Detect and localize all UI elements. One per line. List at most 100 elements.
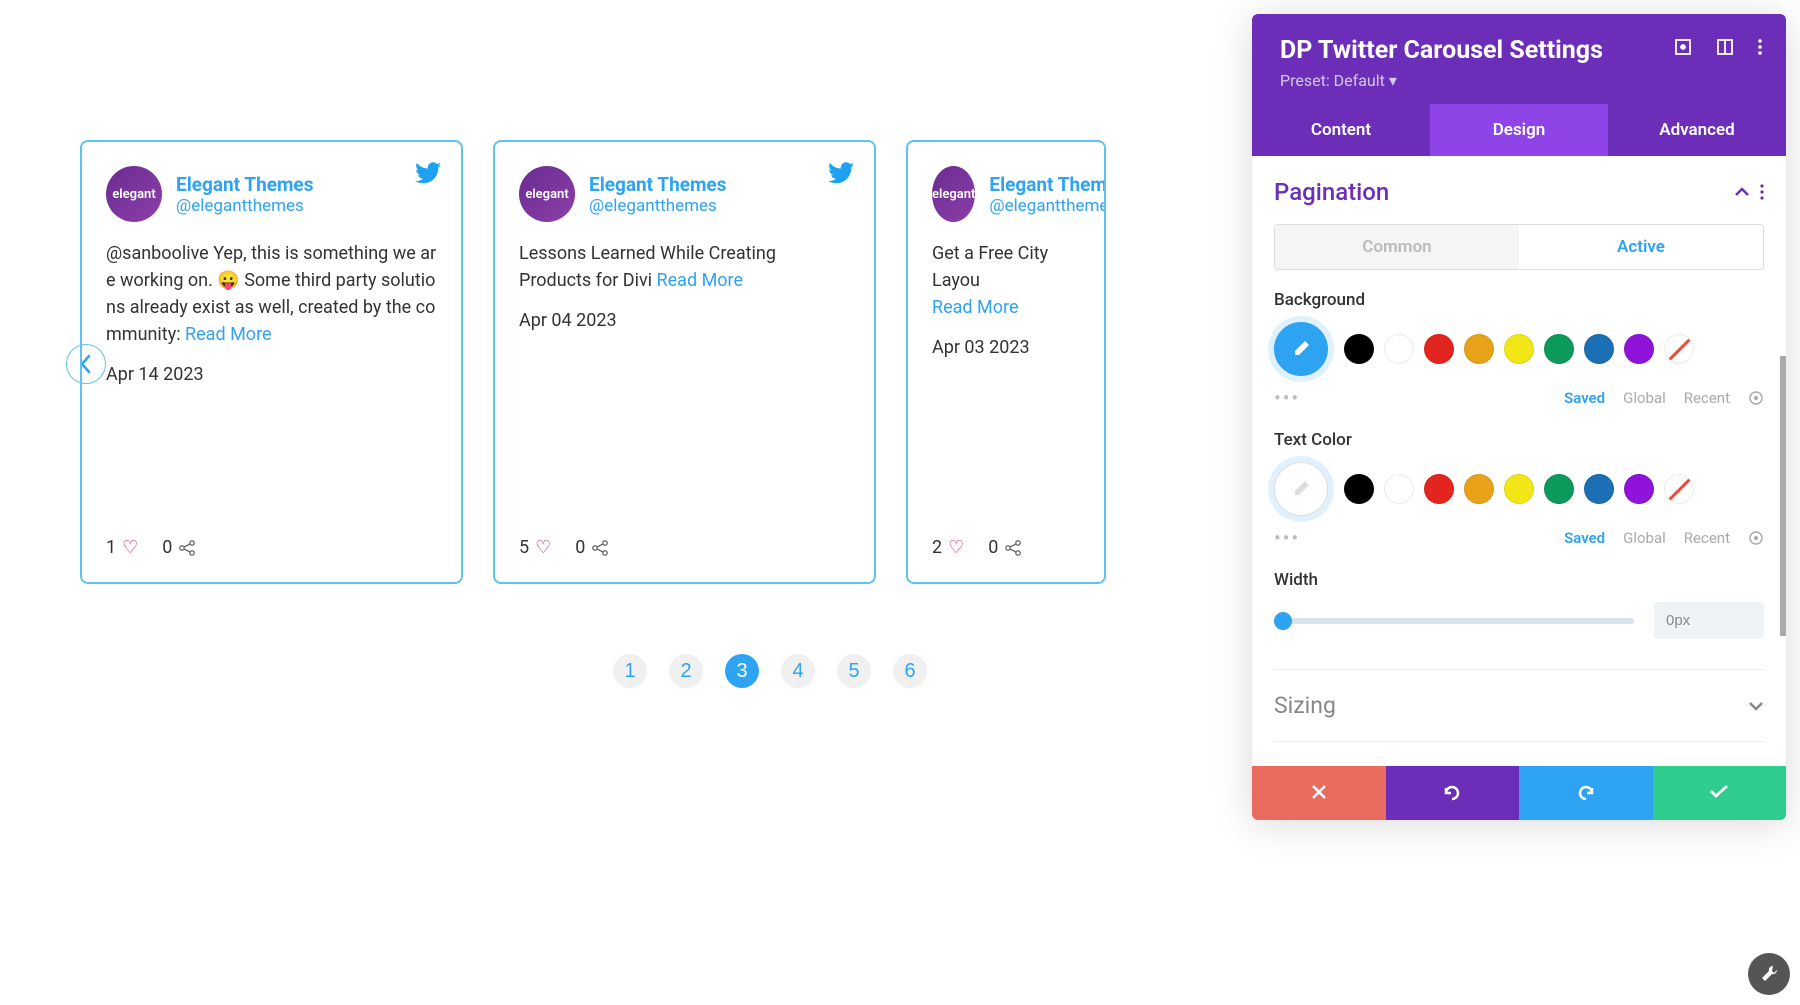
author-handle[interactable]: @elegantthemes (589, 196, 726, 216)
swatch-green[interactable] (1544, 334, 1574, 364)
swatch-green[interactable] (1544, 474, 1574, 504)
gear-icon[interactable] (1748, 530, 1764, 546)
like-stat[interactable]: 5♡ (519, 537, 551, 558)
swatch-yellow[interactable] (1504, 334, 1534, 364)
swatch-purple[interactable] (1624, 334, 1654, 364)
swatch-yellow[interactable] (1504, 474, 1534, 504)
subtab-active[interactable]: Active (1519, 225, 1763, 269)
page-button-5[interactable]: 5 (837, 654, 871, 688)
tweet-body: Lessons Learned While Creating Products … (519, 240, 850, 294)
panel-header: DP Twitter Carousel Settings Preset: Def… (1252, 14, 1786, 104)
section-sizing[interactable]: Sizing (1274, 669, 1764, 741)
author-handle[interactable]: @elegantthemes (989, 196, 1106, 216)
swatch-black[interactable] (1344, 474, 1374, 504)
avatar: elegant (519, 166, 575, 222)
tab-design[interactable]: Design (1430, 104, 1608, 156)
author-name[interactable]: Elegant Themes (176, 173, 313, 196)
tweet-body: @sanboolive Yep, this is something we ar… (106, 240, 437, 348)
avatar: elegant (932, 166, 975, 222)
snap-icon[interactable] (1716, 38, 1734, 56)
like-stat[interactable]: 1♡ (106, 537, 138, 558)
save-button[interactable] (1653, 766, 1787, 820)
avatar: elegant (106, 166, 162, 222)
share-stat[interactable]: 0 (162, 537, 196, 558)
page-button-3[interactable]: 3 (725, 654, 759, 688)
swatch-red[interactable] (1424, 334, 1454, 364)
page-button-4[interactable]: 4 (781, 654, 815, 688)
share-icon (591, 539, 609, 557)
tab-content[interactable]: Content (1252, 104, 1430, 156)
eyedropper-icon (1290, 478, 1312, 500)
swatch-red[interactable] (1424, 474, 1454, 504)
background-label: Background (1274, 290, 1764, 310)
tweet-card: elegant Elegant Themes @elegantthemes Le… (493, 140, 876, 584)
swatch-blue[interactable] (1584, 334, 1614, 364)
twitter-icon (415, 162, 441, 184)
close-icon (1311, 784, 1327, 800)
textcolor-picker[interactable] (1274, 462, 1328, 516)
chevron-up-icon (1734, 187, 1750, 197)
global-link[interactable]: Global (1623, 389, 1666, 407)
preset-selector[interactable]: Preset: Default ▾ (1280, 71, 1758, 90)
share-stat[interactable]: 0 (575, 537, 609, 558)
scrollbar[interactable] (1780, 356, 1786, 636)
panel-tabs: Content Design Advanced (1252, 104, 1786, 156)
like-stat[interactable]: 2♡ (932, 537, 964, 558)
page-button-2[interactable]: 2 (669, 654, 703, 688)
settings-panel: DP Twitter Carousel Settings Preset: Def… (1252, 14, 1786, 820)
saved-link[interactable]: Saved (1564, 529, 1605, 547)
page-button-6[interactable]: 6 (893, 654, 927, 688)
expand-icon[interactable] (1674, 38, 1692, 56)
read-more-link[interactable]: Read More (932, 297, 1019, 318)
background-picker[interactable] (1274, 322, 1328, 376)
author-name[interactable]: Elegant Themes (589, 173, 726, 196)
sub-tabs: Common Active (1274, 224, 1764, 270)
cancel-button[interactable] (1252, 766, 1386, 820)
width-slider[interactable] (1274, 618, 1634, 624)
redo-button[interactable] (1519, 766, 1653, 820)
swatch-black[interactable] (1344, 334, 1374, 364)
pagination: 1 2 3 4 5 6 (355, 654, 1185, 688)
swatch-none[interactable] (1664, 334, 1694, 364)
swatch-orange[interactable] (1464, 334, 1494, 364)
eyedropper-icon (1290, 338, 1312, 360)
global-link[interactable]: Global (1623, 529, 1666, 547)
panel-footer (1252, 766, 1786, 820)
panel-body: Pagination Common Active Background (1252, 156, 1786, 766)
share-icon (178, 539, 196, 557)
read-more-link[interactable]: Read More (185, 324, 272, 345)
author-handle[interactable]: @elegantthemes (176, 196, 313, 216)
author-name[interactable]: Elegant Themes (989, 173, 1106, 196)
swatch-purple[interactable] (1624, 474, 1654, 504)
recent-link[interactable]: Recent (1684, 389, 1730, 407)
heart-icon: ♡ (122, 537, 138, 558)
tweet-card: elegant Elegant Themes @elegantthemes Ge… (906, 140, 1106, 584)
read-more-link[interactable]: Read More (657, 270, 744, 291)
wrench-fab[interactable] (1748, 953, 1790, 995)
page-button-1[interactable]: 1 (613, 654, 647, 688)
section-spacing[interactable]: Spacing (1274, 741, 1764, 766)
swatch-white[interactable] (1384, 474, 1414, 504)
more-swatches-icon[interactable]: ••• (1274, 526, 1300, 550)
swatch-none[interactable] (1664, 474, 1694, 504)
gear-icon[interactable] (1748, 390, 1764, 406)
more-icon[interactable] (1758, 38, 1762, 56)
tweet-date: Apr 03 2023 (932, 337, 1080, 358)
swatch-white[interactable] (1384, 334, 1414, 364)
width-input[interactable] (1654, 602, 1764, 639)
recent-link[interactable]: Recent (1684, 529, 1730, 547)
more-vertical-icon[interactable] (1760, 184, 1764, 200)
tweet-card: elegant Elegant Themes @elegantthemes @s… (80, 140, 463, 584)
section-pagination[interactable]: Pagination (1274, 178, 1764, 206)
undo-icon (1442, 784, 1462, 802)
swatch-blue[interactable] (1584, 474, 1614, 504)
share-stat[interactable]: 0 (988, 537, 1022, 558)
subtab-common[interactable]: Common (1275, 225, 1519, 269)
undo-button[interactable] (1386, 766, 1520, 820)
tab-advanced[interactable]: Advanced (1608, 104, 1786, 156)
more-swatches-icon[interactable]: ••• (1274, 386, 1300, 410)
tweet-date: Apr 14 2023 (106, 364, 437, 385)
chevron-down-icon (1748, 701, 1764, 711)
saved-link[interactable]: Saved (1564, 389, 1605, 407)
swatch-orange[interactable] (1464, 474, 1494, 504)
